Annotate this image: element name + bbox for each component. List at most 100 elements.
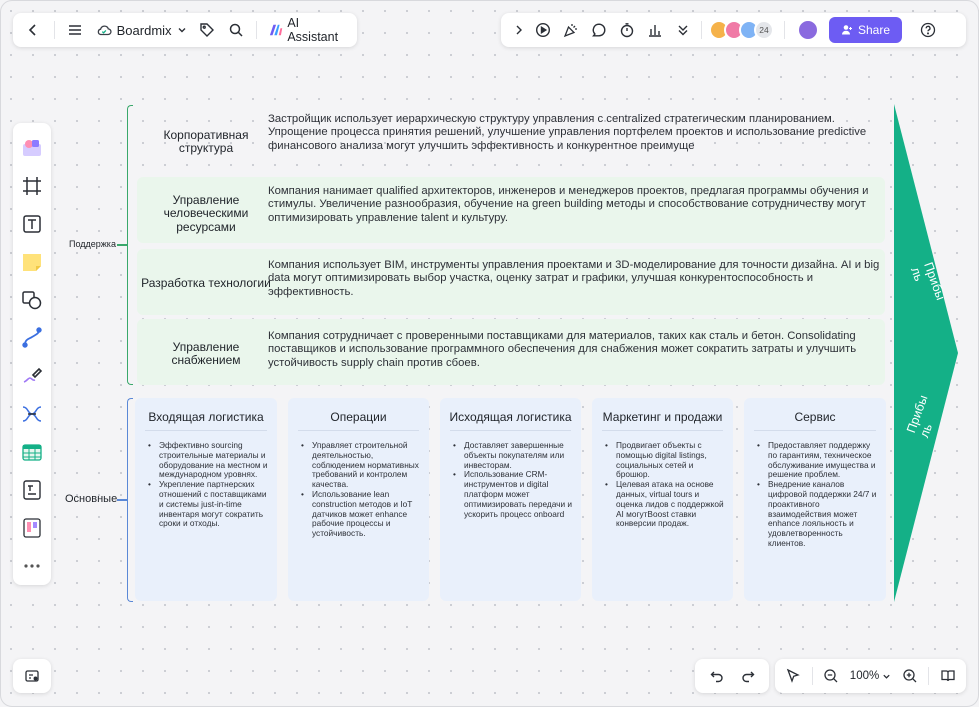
card-bullets: Управляет строительной деятельностью, со… xyxy=(300,440,421,539)
more-dots-icon xyxy=(21,555,43,577)
card-title: Маркетинг и продажи xyxy=(602,410,723,424)
select-tool-button[interactable] xyxy=(781,662,806,690)
support-row-description: Компания нанимает qualified архитекторов… xyxy=(268,185,869,224)
text-tool-button[interactable] xyxy=(17,209,47,239)
templates-icon xyxy=(21,137,43,159)
support-label: Поддержка xyxy=(69,239,116,249)
bar-chart-icon xyxy=(647,22,663,38)
shape-tool-button[interactable] xyxy=(17,285,47,315)
mindmap-tool-button[interactable] xyxy=(17,399,47,429)
timer-button[interactable] xyxy=(613,16,641,44)
undo-icon xyxy=(709,668,725,684)
ai-logo-icon xyxy=(269,23,283,37)
primary-activity-card: Операции Управляет строительной деятельн… xyxy=(288,398,429,601)
comment-icon xyxy=(591,22,607,38)
mindmap-icon xyxy=(21,403,43,425)
list-item: Доставляет завершенные объекты покупател… xyxy=(452,440,573,470)
top-left-toolbar: Boardmix AI Assistant xyxy=(13,13,357,47)
document-tool-button[interactable] xyxy=(17,475,47,505)
tag-button[interactable] xyxy=(195,16,220,44)
margin-arrow xyxy=(894,104,958,602)
zoom-in-icon xyxy=(902,668,918,684)
app-name: Boardmix xyxy=(116,22,172,38)
cursor-icon xyxy=(785,668,801,684)
primary-activity-card: Входящая логистика Эффективно sourcing с… xyxy=(135,398,277,601)
share-button[interactable]: Share xyxy=(829,17,903,43)
divider xyxy=(701,21,702,39)
help-icon xyxy=(920,22,936,38)
pen-icon xyxy=(21,365,43,387)
redo-button[interactable] xyxy=(734,662,762,690)
divider xyxy=(53,21,55,39)
user-avatar[interactable] xyxy=(797,19,819,41)
add-user-icon xyxy=(841,24,853,36)
templates-button[interactable] xyxy=(17,133,47,163)
tag-icon xyxy=(199,22,215,38)
support-row-description: Компания использует BIM, инструменты упр… xyxy=(268,259,880,298)
double-chevron-down-icon xyxy=(675,22,691,38)
menu-button[interactable] xyxy=(63,16,88,44)
frame-icon xyxy=(21,175,43,197)
card-title: Входящая логистика xyxy=(148,410,264,424)
zoom-out-button[interactable] xyxy=(819,662,844,690)
celebrate-button[interactable] xyxy=(557,16,585,44)
table-tool-button[interactable] xyxy=(17,437,47,467)
expand-toolbar-button[interactable] xyxy=(509,16,529,44)
divider xyxy=(754,430,876,431)
support-row-title: Управление человеческими ресурсами xyxy=(163,192,249,234)
primary-bracket xyxy=(127,398,133,602)
list-item: Предоставляет поддержку по гарантиям, те… xyxy=(756,440,878,480)
ai-assistant-button[interactable]: AI Assistant xyxy=(265,16,349,44)
collaborator-count: 24 xyxy=(754,20,774,40)
outline-button[interactable] xyxy=(935,662,960,690)
frame-tool-button[interactable] xyxy=(17,171,47,201)
undo-button[interactable] xyxy=(703,662,731,690)
card-title: Сервис xyxy=(794,410,836,424)
zoom-level-dropdown[interactable]: 100% xyxy=(846,670,895,682)
pen-tool-button[interactable] xyxy=(17,361,47,391)
sticky-note-icon xyxy=(21,251,43,273)
divider xyxy=(256,21,258,39)
list-item: Использование CRM-инструментов и digital… xyxy=(452,469,573,519)
back-button[interactable] xyxy=(21,16,46,44)
card-bullets: Доставляет завершенные объекты покупател… xyxy=(452,440,573,519)
list-item: Использование lean construction методов … xyxy=(300,489,421,539)
chevron-right-icon xyxy=(513,24,525,36)
support-row-title: Управление снабжением xyxy=(171,339,241,367)
book-icon xyxy=(940,668,956,684)
support-row-title: Разработка технологии xyxy=(141,276,271,291)
support-row-description: Застройщик использует иерархическую стру… xyxy=(268,113,867,152)
kanban-icon xyxy=(21,517,43,539)
zoom-level: 100% xyxy=(849,670,880,682)
sticky-note-button[interactable] xyxy=(17,247,47,277)
collaborator-avatars[interactable]: 24 xyxy=(709,20,774,40)
chevron-left-icon xyxy=(25,22,41,38)
comment-button[interactable] xyxy=(585,16,613,44)
list-item: Внедрение каналов цифровой поддержки 24/… xyxy=(756,479,878,549)
more-tools-button[interactable] xyxy=(17,551,47,581)
search-button[interactable] xyxy=(223,16,248,44)
connector-tool-button[interactable] xyxy=(17,323,47,353)
primary-activity-card: Исходящая логистика Доставляет завершенн… xyxy=(440,398,581,601)
list-item: Укрепление партнерских отношений с поста… xyxy=(147,479,269,529)
list-item: Управляет строительной деятельностью, со… xyxy=(300,440,421,490)
kanban-tool-button[interactable] xyxy=(17,513,47,543)
cloud-check-icon xyxy=(96,22,112,38)
zoom-in-button[interactable] xyxy=(897,662,922,690)
app-switcher[interactable]: Boardmix xyxy=(92,16,191,44)
left-toolbar xyxy=(13,123,51,585)
ai-assistant-label: AI Assistant xyxy=(287,16,339,44)
vote-button[interactable] xyxy=(641,16,669,44)
text-icon xyxy=(21,213,43,235)
play-circle-icon xyxy=(535,22,551,38)
document-icon xyxy=(21,479,43,501)
primary-bracket-tick xyxy=(117,499,127,501)
more-tools-button[interactable] xyxy=(669,16,697,44)
divider xyxy=(811,667,813,685)
present-button[interactable] xyxy=(529,16,557,44)
undo-redo-panel xyxy=(695,659,769,693)
card-title: Исходящая логистика xyxy=(449,410,572,424)
minimap-button[interactable] xyxy=(18,662,46,690)
chevron-down-icon xyxy=(177,25,187,35)
help-button[interactable] xyxy=(914,16,942,44)
